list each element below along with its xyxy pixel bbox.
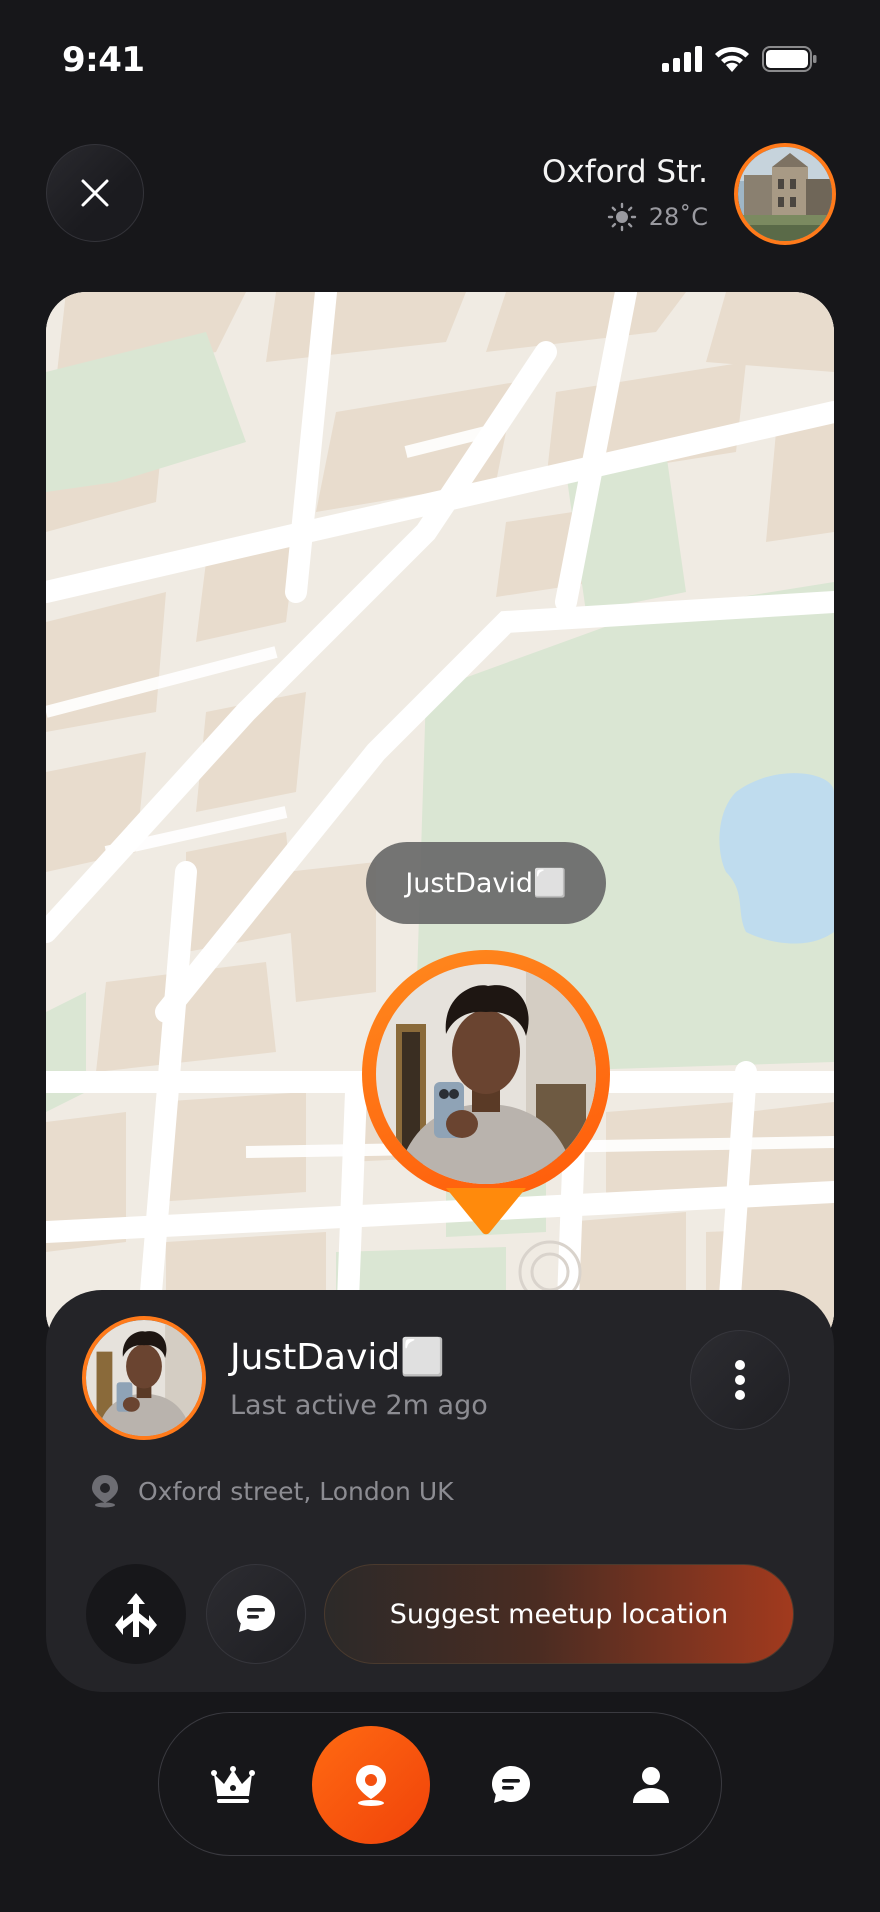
user-avatar[interactable] [82,1316,206,1440]
chat-icon [237,1595,275,1632]
close-icon [81,179,109,207]
battery-icon [762,46,817,72]
map-view[interactable]: JustDavid⬜ [46,292,834,1352]
status-time: 9:41 [62,40,145,80]
chat-button[interactable] [206,1564,306,1664]
more-vertical-icon [735,1360,745,1400]
last-active-status: Last active 2m ago [230,1390,488,1421]
directions-button[interactable] [86,1564,186,1664]
location-pin-icon [92,1475,118,1508]
location-thumbnail[interactable] [734,143,836,245]
sun-icon [607,202,636,232]
more-options-button[interactable] [690,1330,790,1430]
pin-tail [446,1188,526,1235]
user-address: Oxford street, London UK [90,1474,454,1508]
suggest-meetup-button[interactable]: Suggest meetup location [324,1564,794,1664]
bottom-nav-bar [158,1712,722,1856]
user-info-sheet: JustDavid⬜ Last active 2m ago Oxford str… [46,1290,834,1692]
user-map-avatar [376,964,596,1184]
location-title: Oxford Str. [542,154,708,190]
nav-item-chat[interactable] [459,1733,563,1837]
profile-icon [633,1767,669,1803]
location-photo [738,147,832,241]
status-icons [662,46,818,72]
nav-item-premium[interactable] [181,1733,285,1837]
nav-item-map[interactable] [312,1726,430,1844]
temperature: 28˚C [648,203,708,231]
wifi-icon [715,46,749,72]
directions-icon [115,1593,157,1637]
chat-icon [492,1766,530,1803]
close-button[interactable] [46,144,144,242]
map-marker-label: JustDavid⬜ [366,842,606,924]
nav-item-profile[interactable] [599,1733,703,1837]
signal-icon [662,46,702,72]
user-location-pin[interactable] [362,950,610,1250]
address-text: Oxford street, London UK [138,1476,454,1506]
user-name: JustDavid⬜ [230,1337,446,1378]
crown-icon [211,1766,255,1803]
location-pin-icon [356,1765,386,1806]
weather-info: 28˚C [607,202,708,232]
